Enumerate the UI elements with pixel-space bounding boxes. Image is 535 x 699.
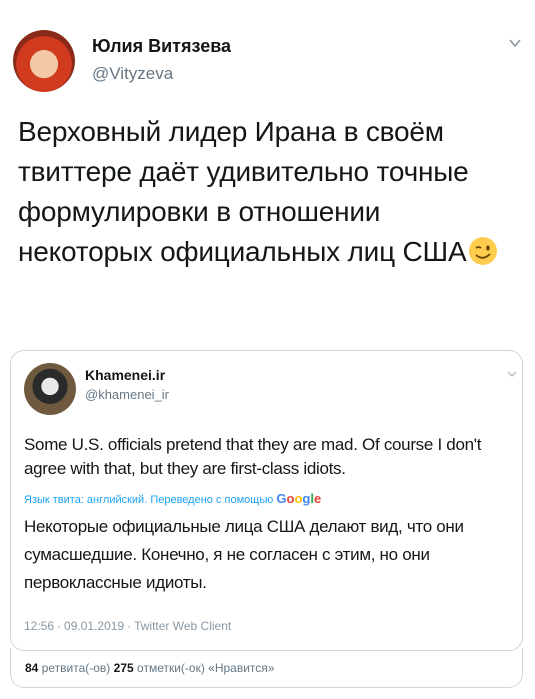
likes-count[interactable]: 275 xyxy=(114,661,134,675)
engagement-stats: 84 ретвита(-ов) 275 отметки(-ок) «Нравит… xyxy=(25,661,274,675)
quoted-author-name[interactable]: Khamenei.ir xyxy=(85,367,165,383)
quoted-tweet-card[interactable]: Khamenei.ir @khamenei_ir Some U.S. offic… xyxy=(10,350,523,651)
translation-notice: Язык твита: английский. Переведено с пом… xyxy=(24,491,321,506)
tweet-text: Верховный лидер Ирана в своём твиттере д… xyxy=(18,112,518,272)
quoted-tweet-meta: 12:56 · 09.01.2019 · Twitter Web Client xyxy=(24,619,232,633)
translated-text: Некоторые официальные лица США делают ви… xyxy=(24,517,464,592)
quoted-author-avatar[interactable] xyxy=(24,363,76,415)
quoted-tweet-date[interactable]: 09.01.2019 xyxy=(64,619,124,633)
quoted-tweet-client[interactable]: Twitter Web Client xyxy=(134,619,231,633)
retweets-label[interactable]: ретвита(-ов) xyxy=(42,661,111,675)
author-name[interactable]: Юлия Витязева xyxy=(92,36,231,57)
quoted-tweet-text: Some U.S. officials pretend that they ar… xyxy=(24,435,482,478)
translation-label: Язык твита: английский. Переведено с пом… xyxy=(24,494,274,506)
author-handle[interactable]: @Vityzeva xyxy=(92,64,173,84)
chevron-down-icon[interactable] xyxy=(508,36,522,50)
retweets-count[interactable]: 84 xyxy=(25,661,38,675)
quoted-tweet-time[interactable]: 12:56 xyxy=(24,619,54,633)
chevron-down-icon[interactable] xyxy=(507,369,517,379)
tweet-body: Верховный лидер Ирана в своём твиттере д… xyxy=(18,116,469,267)
winking-face-icon xyxy=(469,237,498,265)
likes-label[interactable]: отметки(-ок) «Нравится» xyxy=(137,661,274,675)
google-logo[interactable]: Google xyxy=(276,491,321,506)
author-avatar[interactable] xyxy=(13,30,75,92)
quoted-author-handle[interactable]: @khamenei_ir xyxy=(85,387,169,402)
